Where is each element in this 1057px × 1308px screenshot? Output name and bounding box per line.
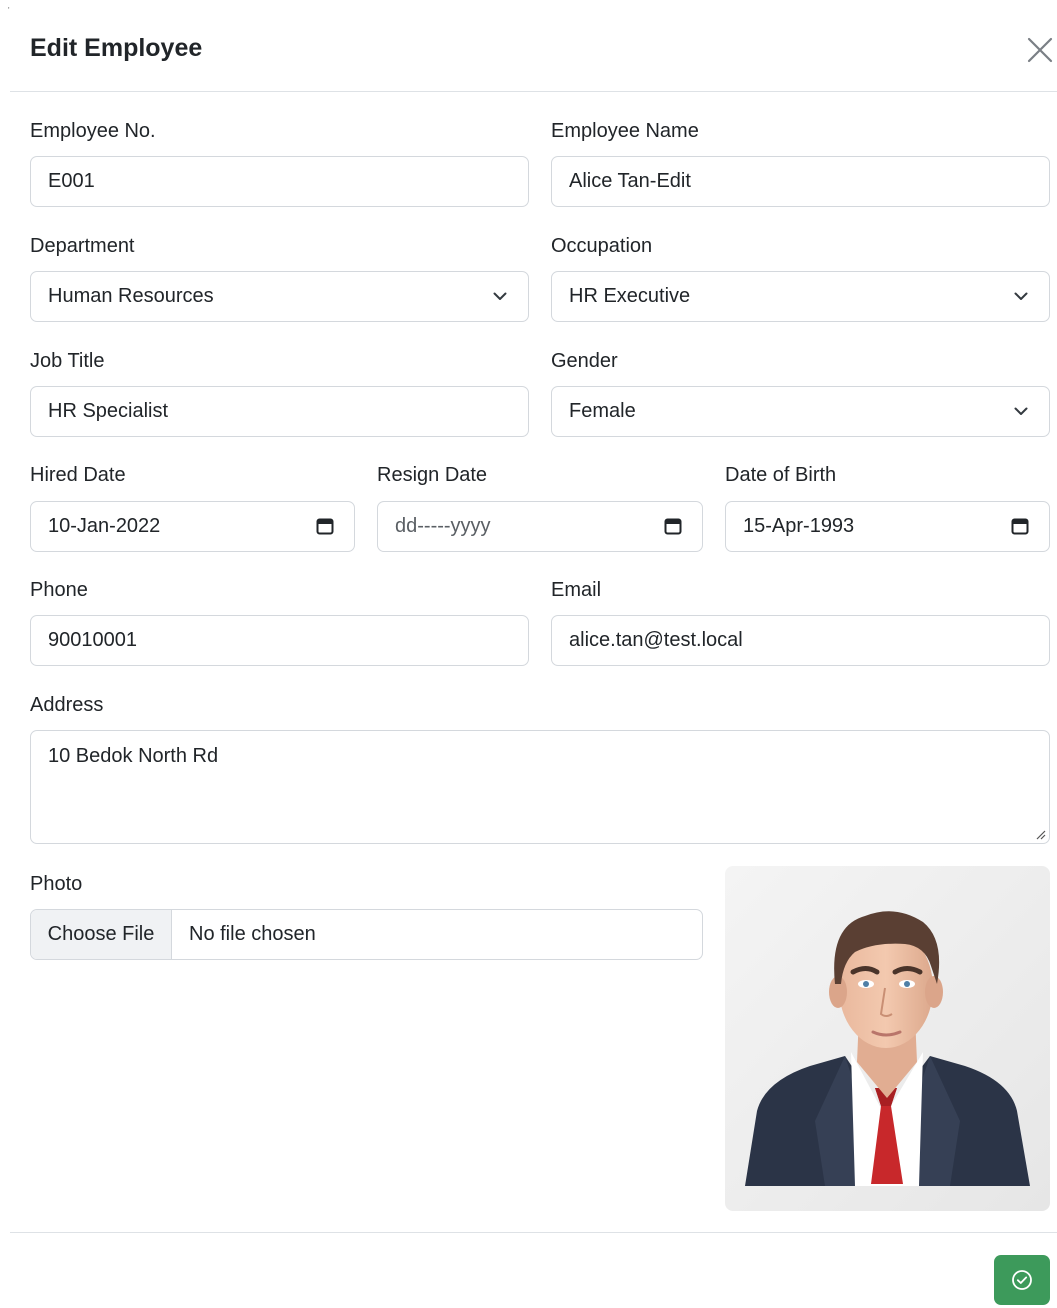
job-title-label: Job Title [30,350,105,372]
check-circle-icon [1012,1270,1032,1290]
hired-date-value: 10-Jan-2022 [48,515,161,537]
address-label: Address [30,694,104,716]
employee-name-label: Employee Name [551,120,699,142]
calendar-icon[interactable] [664,517,682,535]
choose-file-button[interactable]: Choose File [31,910,172,959]
employee-name-value: Alice Tan-Edit [569,170,691,192]
edit-employee-modal: ' Edit Employee Employee No. E001 Employ… [0,0,1057,1308]
hired-date-input[interactable]: 10-Jan-2022 [30,501,355,552]
gender-select[interactable]: Female [551,386,1050,437]
employee-no-label: Employee No. [30,120,156,142]
gender-label: Gender [551,350,618,372]
save-button[interactable] [994,1255,1050,1305]
hired-date-label: Hired Date [30,464,126,486]
job-title-input[interactable]: HR Specialist [30,386,529,437]
employee-name-input[interactable]: Alice Tan-Edit [551,156,1050,207]
photo-label: Photo [30,873,83,895]
date-of-birth-value: 15-Apr-1993 [743,515,855,537]
resize-handle-icon[interactable] [1034,828,1046,840]
email-input[interactable]: alice.tan@test.local [551,615,1050,666]
calendar-icon[interactable] [316,517,334,535]
employee-no-value: E001 [48,170,95,192]
employee-photo [725,866,1050,1211]
close-icon [1027,37,1053,63]
date-of-birth-input[interactable]: 15-Apr-1993 [725,501,1050,552]
phone-label: Phone [30,579,88,601]
job-title-value: HR Specialist [48,400,169,422]
occupation-value: HR Executive [569,285,691,307]
resign-date-label: Resign Date [377,464,488,486]
modal-header: Edit Employee [10,0,1057,92]
photo-file-input[interactable]: Choose File No file chosen [30,909,703,960]
employee-no-input[interactable]: E001 [30,156,529,207]
close-button[interactable] [1024,34,1056,66]
footer-divider [10,1232,1057,1233]
resign-date-input[interactable]: dd-----yyyy [377,501,703,552]
department-label: Department [30,235,135,257]
occupation-label: Occupation [551,235,653,257]
chevron-down-icon [1014,292,1028,300]
chevron-down-icon [1014,407,1028,415]
department-select[interactable]: Human Resources [30,271,529,322]
email-value: alice.tan@test.local [569,629,743,651]
occupation-select[interactable]: HR Executive [551,271,1050,322]
date-of-birth-label: Date of Birth [725,464,837,486]
calendar-icon[interactable] [1011,517,1029,535]
chevron-down-icon [493,292,507,300]
gender-value: Female [569,400,636,422]
department-value: Human Resources [48,285,214,307]
resign-date-placeholder: dd-----yyyy [395,515,491,537]
modal-title: Edit Employee [30,34,203,62]
file-status: No file chosen [189,923,316,945]
phone-value: 90010001 [48,629,137,651]
address-textarea[interactable]: 10 Bedok North Rd [30,730,1050,844]
phone-input[interactable]: 90010001 [30,615,529,666]
email-label: Email [551,579,602,601]
